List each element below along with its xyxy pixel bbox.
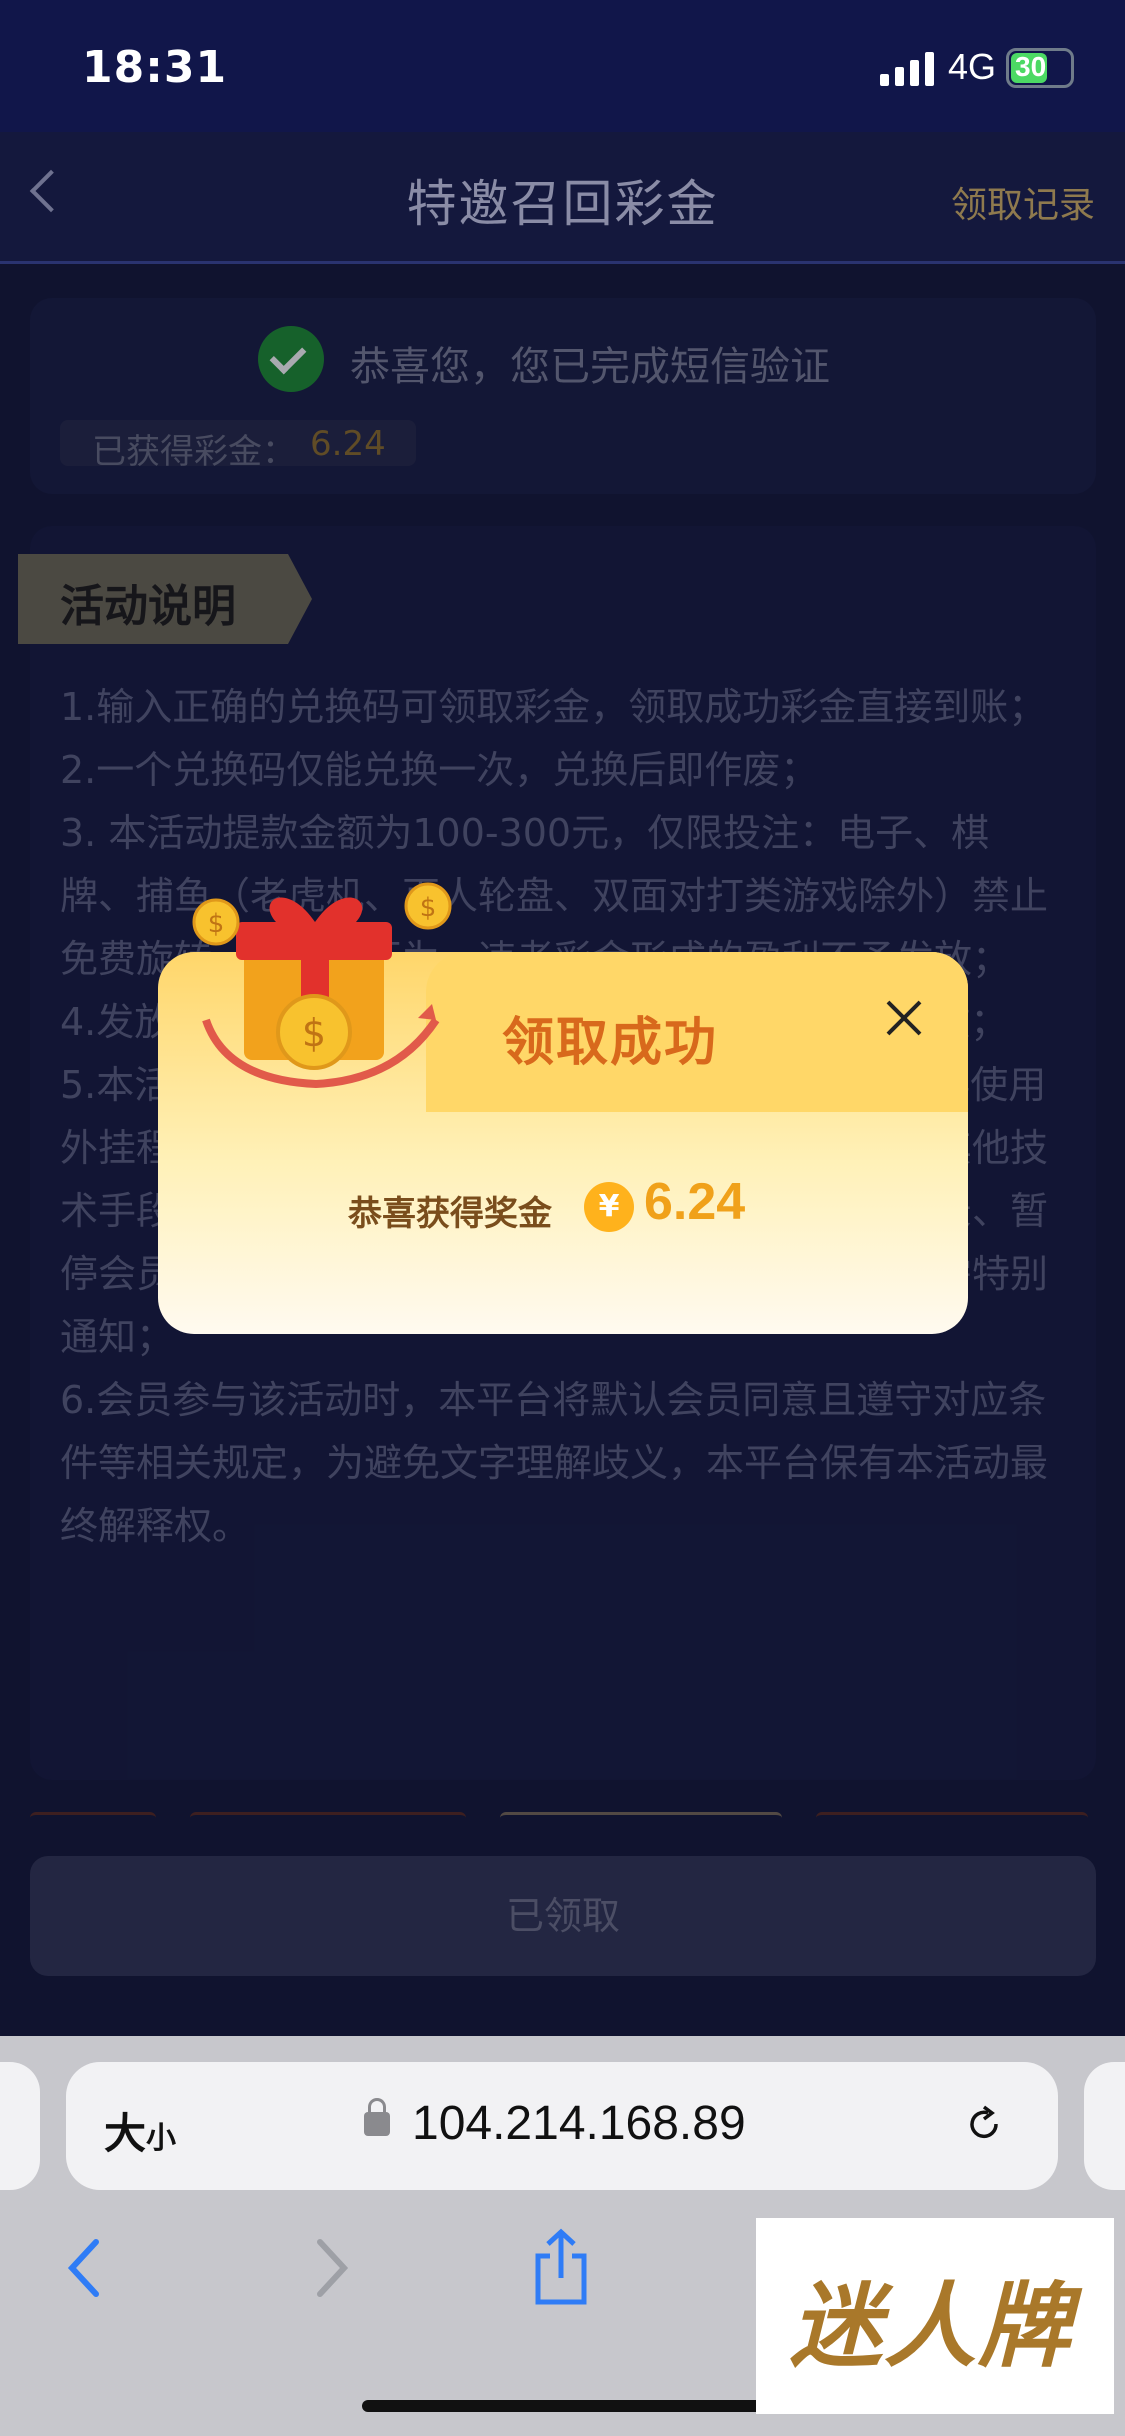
reload-icon[interactable] xyxy=(964,2104,1004,2144)
browser-back-icon[interactable] xyxy=(62,2236,110,2300)
status-time: 18:31 xyxy=(82,42,228,93)
lock-icon xyxy=(364,2098,390,2136)
gift-box-icon: $ $ $ xyxy=(192,882,452,1089)
svg-text:$: $ xyxy=(208,909,225,939)
close-icon[interactable] xyxy=(880,994,928,1042)
record-link[interactable]: 领取记录 xyxy=(951,176,1095,228)
yuan-coin-icon: ¥ xyxy=(584,1182,634,1232)
home-indicator xyxy=(362,2400,762,2412)
url-text[interactable]: 104.214.168.89 xyxy=(412,2096,746,2151)
next-tab-preview[interactable] xyxy=(1084,2062,1125,2190)
share-icon[interactable] xyxy=(530,2228,592,2308)
svg-text:$: $ xyxy=(302,1011,326,1055)
text-size-large: 大 xyxy=(104,2109,147,2158)
battery-level: 30 xyxy=(1015,51,1047,82)
reward-label: 恭喜获得奖金 xyxy=(348,1194,552,1234)
text-size-button[interactable]: 大小 xyxy=(104,2100,176,2161)
watermark-logo: 迷人牌 xyxy=(790,2272,1073,2380)
signal-icon xyxy=(880,52,934,86)
svg-text:$: $ xyxy=(420,893,437,923)
battery-icon: 30 xyxy=(1006,48,1074,88)
modal-title: 领取成功 xyxy=(502,1013,719,1073)
browser-forward-icon[interactable] xyxy=(306,2236,354,2300)
reward-value: 6.24 xyxy=(644,1173,746,1231)
prev-tab-preview[interactable] xyxy=(0,2062,40,2190)
network-type: 4G xyxy=(948,46,997,87)
text-size-small: 小 xyxy=(146,2121,177,2156)
